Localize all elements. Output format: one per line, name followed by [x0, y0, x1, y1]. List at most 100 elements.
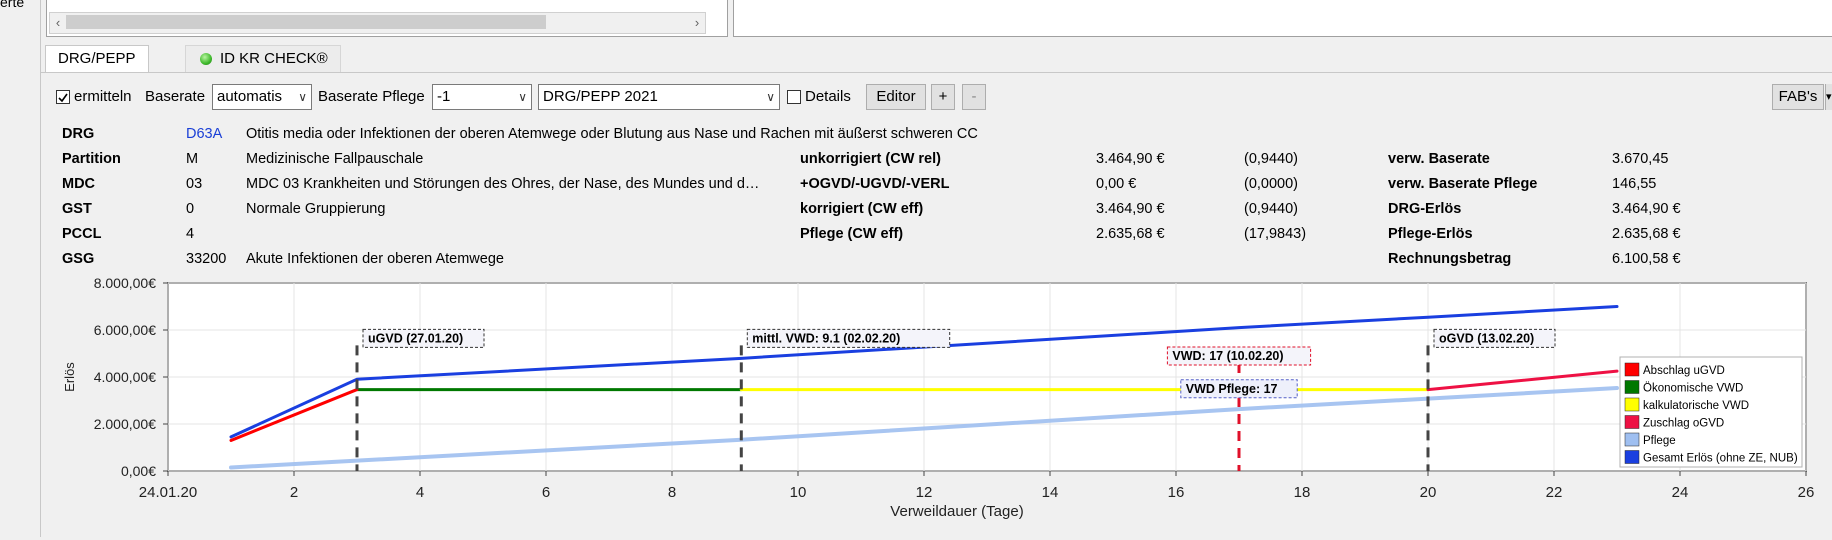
fabs-button[interactable]: FAB's — [1772, 84, 1824, 110]
tab-bar: DRG/PEPP ID KR CHECK® — [40, 44, 1832, 73]
x-tick-label: 4 — [416, 484, 424, 501]
scrollbar-thumb[interactable] — [66, 15, 546, 29]
add-button[interactable]: + — [931, 84, 955, 110]
x-tick-label: 14 — [1042, 484, 1059, 501]
y-tick-label: 2.000,00€ — [94, 416, 156, 432]
baserate-pflege-value: -1 — [437, 88, 451, 105]
drg-description: Otitis media oder Infektionen der oberen… — [246, 126, 978, 142]
baserate-pflege-info-value: 146,55 — [1612, 176, 1657, 192]
left-strip — [0, 0, 41, 537]
scroll-left-icon[interactable]: ‹ — [50, 13, 66, 33]
legend-swatch — [1624, 380, 1640, 394]
partition-code: M — [186, 151, 199, 167]
tab-drg-pepp[interactable]: DRG/PEPP — [45, 45, 149, 72]
legend-swatch — [1624, 432, 1640, 447]
drg-code-link[interactable]: D63A — [186, 126, 222, 142]
x-tick-label: 2 — [290, 484, 298, 501]
baserate-pflege-info-label: verw. Baserate Pflege — [1388, 176, 1538, 192]
marker-label: oGVD (13.02.20) — [1439, 331, 1534, 345]
legend-entry: Gesamt Erlös (ohne ZE, NUB) — [1643, 453, 1798, 465]
rechnungsbetrag-label: Rechnungsbetrag — [1388, 251, 1512, 267]
y-tick-label: 8.000,00€ — [94, 275, 156, 291]
drg-erloes-value: 3.464,90 € — [1612, 201, 1681, 217]
fabs-dropdown-icon[interactable]: ▾ — [1825, 84, 1832, 110]
chevron-down-icon: ∨ — [298, 90, 307, 104]
marker-label: uGVD (27.01.20) — [368, 331, 463, 345]
y-tick-label: 4.000,00€ — [94, 369, 156, 385]
pccl-code: 4 — [186, 226, 195, 242]
pflege-cw-value: 2.635,68 € — [1096, 226, 1165, 242]
legend-entry: kalkulatorische VWD — [1643, 400, 1749, 412]
rechnungsbetrag-value: 6.100,58 € — [1612, 251, 1681, 267]
x-axis-label: Verweildauer (Tage) — [890, 503, 1023, 520]
pflege-cw-paren: (17,9843) — [1244, 226, 1307, 242]
x-tick-label: 26 — [1798, 484, 1815, 501]
baserate-info-value: 3.670,45 — [1612, 151, 1669, 167]
remove-button[interactable]: - — [962, 84, 986, 110]
top-pane-left: ‹ › — [46, 0, 728, 37]
y-tick-label: 6.000,00€ — [94, 322, 156, 338]
chevron-down-icon: ∨ — [766, 90, 775, 104]
ermitteln-checkbox[interactable] — [56, 90, 70, 104]
info-label-pccl: PCCL — [62, 226, 102, 242]
tab-label: ID KR CHECK® — [220, 50, 328, 67]
legend-entry: Zuschlag oGVD — [1643, 418, 1724, 430]
details-checkbox[interactable] — [787, 90, 801, 104]
cw-eff-value: 3.464,90 € — [1096, 201, 1165, 217]
ermitteln-label: ermitteln — [74, 88, 132, 105]
y-axis-label: Erlös — [62, 362, 77, 392]
x-tick-label: 12 — [916, 484, 933, 501]
gsg-code: 33200 — [186, 251, 227, 267]
x-tick-label: 20 — [1420, 484, 1437, 501]
x-tick-label: 10 — [790, 484, 807, 501]
legend-swatch — [1624, 362, 1640, 377]
mdc-text: MDC 03 Krankheiten und Störungen des Ohr… — [246, 176, 760, 192]
x-tick-label: 24.01.20 — [139, 484, 197, 501]
cw-rel-value: 3.464,90 € — [1096, 151, 1165, 167]
status-green-icon — [200, 53, 212, 65]
drg-erloes-label: DRG-Erlös — [1388, 201, 1462, 217]
tab-id-kr-check[interactable]: ID KR CHECK® — [185, 45, 341, 72]
baserate-info-label: verw. Baserate — [1388, 151, 1490, 167]
info-label-gsg: GSG — [62, 251, 95, 267]
baserate-pflege-select[interactable]: -1 ∨ — [432, 84, 532, 110]
horizontal-scrollbar[interactable]: ‹ › — [49, 12, 706, 34]
legend-swatch — [1624, 415, 1640, 429]
info-label-mdc: MDC — [62, 176, 96, 192]
scroll-right-icon[interactable]: › — [689, 13, 705, 33]
legend-entry: Abschlag uGVD — [1643, 365, 1725, 377]
legend-entry: Pflege — [1643, 435, 1676, 447]
chart-svg: 0,00€ 2.000,00€ 4.000,00€ 6.000,00€ 8.000,00… — [62, 275, 1815, 520]
gsg-text: Akute Infektionen der oberen Atemwege — [246, 251, 504, 267]
cw-eff-paren: (0,9440) — [1244, 201, 1299, 217]
cw-rel-paren: (0,9440) — [1244, 151, 1299, 167]
checkmark-icon — [58, 93, 68, 103]
baserate-label: Baserate — [145, 88, 206, 105]
baserate-pflege-label: Baserate Pflege — [318, 88, 425, 105]
x-tick-label: 16 — [1168, 484, 1185, 501]
partition-text: Medizinische Fallpauschale — [246, 151, 424, 167]
ogvd-paren: (0,0000) — [1244, 176, 1299, 192]
y-tick-label: 0,00€ — [121, 463, 156, 479]
editor-button[interactable]: Editor — [866, 84, 926, 110]
marker-label: VWD: 17 (10.02.20) — [1172, 349, 1283, 363]
cw-eff-label: korrigiert (CW eff) — [800, 201, 924, 217]
gst-text: Normale Gruppierung — [246, 201, 386, 217]
info-label-partition: Partition — [62, 151, 121, 167]
top-pane-right — [733, 0, 1832, 37]
details-label: Details — [805, 88, 851, 105]
pflege-erloes-label: Pflege-Erlös — [1388, 226, 1473, 242]
pflege-erloes-value: 2.635,68 € — [1612, 226, 1681, 242]
ogvd-value: 0,00 € — [1096, 176, 1137, 192]
version-value: DRG/PEPP 2021 — [543, 88, 658, 105]
left-panel-label: erte — [0, 0, 25, 10]
x-tick-label: 18 — [1294, 484, 1311, 501]
revenue-chart: 0,00€ 2.000,00€ 4.000,00€ 6.000,00€ 8.000,00… — [40, 275, 1832, 537]
info-label-drg: DRG — [62, 126, 95, 142]
marker-label: mittl. VWD: 9.1 (02.02.20) — [752, 331, 900, 345]
annotation-label: VWD Pflege: 17 — [1186, 382, 1278, 396]
ogvd-label: +OGVD/-UGVD/-VERL — [800, 176, 950, 192]
version-select[interactable]: DRG/PEPP 2021 ∨ — [538, 84, 780, 110]
baserate-value: automatis — [217, 88, 283, 105]
baserate-select[interactable]: automatis ∨ — [212, 84, 312, 110]
